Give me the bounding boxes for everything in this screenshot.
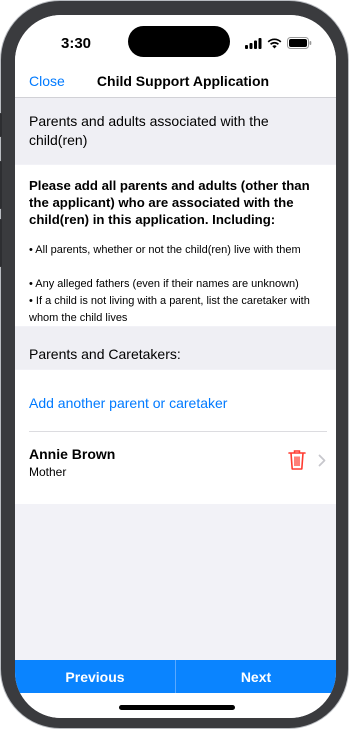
- signal-icon: [245, 37, 262, 49]
- status-icons: [245, 37, 312, 49]
- bullet-item: • Any alleged fathers (even if their nam…: [29, 278, 299, 290]
- section-title: Parents and adults associated with the c…: [29, 113, 269, 148]
- volume-down-button: [0, 219, 2, 267]
- chevron-right-icon: [318, 454, 326, 467]
- row-divider: [29, 431, 327, 432]
- next-button[interactable]: Next: [176, 660, 336, 693]
- close-button[interactable]: Close: [29, 73, 65, 89]
- dynamic-island: [128, 26, 230, 57]
- bullet-item: • All parents, whether or not the child(…: [29, 244, 301, 256]
- status-time: 3:30: [61, 35, 92, 52]
- person-name: Annie Brown: [29, 446, 116, 462]
- person-role: Mother: [29, 465, 67, 479]
- section-title: Parents and Caretakers:: [29, 346, 181, 362]
- home-indicator-area: [15, 693, 336, 718]
- battery-icon: [287, 37, 312, 49]
- caretakers-list: Add another parent or caretaker Annie Br…: [15, 370, 336, 504]
- wifi-icon: [267, 37, 282, 48]
- mute-switch: [0, 113, 2, 137]
- home-indicator[interactable]: [119, 705, 235, 710]
- volume-up-button: [0, 161, 2, 209]
- phone-frame: 3:30 Close Child Support Application Par…: [0, 0, 349, 729]
- instructions-card: Please add all parents and adults (other…: [15, 165, 336, 326]
- section-header-parents: Parents and adults associated with the c…: [15, 98, 336, 164]
- instructions-intro: Please add all parents and adults (other…: [29, 178, 310, 227]
- bottom-navigation: Previous Next: [15, 660, 336, 693]
- bullet-item: • If a child is not living with a parent…: [29, 295, 310, 324]
- navigation-bar: Close Child Support Application: [15, 73, 336, 97]
- section-header-caretakers: Parents and Caretakers:: [15, 327, 336, 369]
- trash-icon[interactable]: [288, 449, 306, 470]
- page-title: Child Support Application: [96, 73, 270, 89]
- previous-button[interactable]: Previous: [15, 660, 175, 693]
- screen: 3:30 Close Child Support Application Par…: [15, 15, 336, 718]
- status-bar: 3:30: [15, 15, 336, 73]
- add-caretaker-button[interactable]: Add another parent or caretaker: [29, 395, 227, 411]
